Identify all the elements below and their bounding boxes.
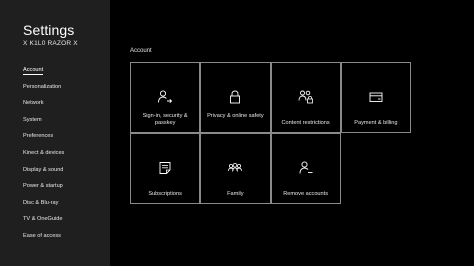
- sidebar-item-network[interactable]: Network: [19, 95, 105, 112]
- sidebar-item-account[interactable]: Account: [19, 62, 105, 79]
- sidebar-item-label: Disc & Blu-ray: [23, 199, 59, 206]
- tile-remove-accounts[interactable]: Remove accounts: [270, 133, 341, 204]
- gamertag: X K1L0 RAZOR X: [23, 40, 78, 47]
- tile-label: Privacy & online safety: [207, 113, 264, 119]
- sidebar-item-label: Account: [23, 67, 44, 75]
- sidebar-item-label: Network: [23, 100, 44, 107]
- sidebar-item-label: Kinect & devices: [23, 149, 65, 156]
- account-settings-grid: Sign-in, security & passkey Privacy & on…: [130, 62, 411, 204]
- section-heading: Account: [130, 48, 152, 54]
- sidebar-item-system[interactable]: System: [19, 112, 105, 129]
- sidebar-item-ease-of-access[interactable]: Ease of access: [19, 228, 105, 245]
- tile-payment-billing[interactable]: Payment & billing: [340, 62, 411, 133]
- sidebar-item-kinect-devices[interactable]: Kinect & devices: [19, 145, 105, 162]
- sidebar-item-power-startup[interactable]: Power & startup: [19, 178, 105, 195]
- tile-label: Sign-in, security & passkey: [142, 113, 188, 126]
- sidebar-item-label: Display & sound: [23, 166, 64, 173]
- tile-label: Subscriptions: [148, 191, 182, 197]
- document-edit-icon: [159, 162, 171, 174]
- sidebar-item-display-sound[interactable]: Display & sound: [19, 162, 105, 179]
- sidebar-item-disc-bluray[interactable]: Disc & Blu-ray: [19, 195, 105, 212]
- family-lock-icon: [298, 90, 313, 104]
- people-icon: [228, 162, 243, 172]
- page-title: Settings: [23, 22, 75, 38]
- sidebar-item-label: TV & OneGuide: [23, 216, 63, 223]
- credit-card-icon: [369, 92, 383, 102]
- lock-icon: [230, 90, 241, 104]
- tile-label: Content restrictions: [281, 120, 330, 126]
- sidebar-item-label: Power & startup: [23, 183, 63, 190]
- sidebar-item-personalization[interactable]: Personalization: [19, 79, 105, 96]
- sidebar-item-label: System: [23, 116, 42, 123]
- person-sign-in-icon: [158, 90, 173, 104]
- tile-privacy-online-safety[interactable]: Privacy & online safety: [200, 62, 271, 133]
- sidebar-item-label: Personalization: [23, 83, 62, 90]
- settings-nav: Account Personalization Network System P…: [19, 62, 105, 245]
- tile-label: Payment & billing: [354, 120, 398, 126]
- sidebar-item-label: Ease of access: [23, 232, 61, 239]
- sidebar-item-label: Preferences: [23, 133, 54, 140]
- tile-content-restrictions[interactable]: Content restrictions: [270, 62, 341, 133]
- tile-sign-in-security[interactable]: Sign-in, security & passkey: [130, 62, 201, 133]
- sidebar-item-tv-oneguide[interactable]: TV & OneGuide: [19, 211, 105, 228]
- tile-subscriptions[interactable]: Subscriptions: [130, 133, 201, 204]
- tile-label: Family: [227, 191, 244, 197]
- tile-family[interactable]: Family: [200, 133, 271, 204]
- tile-label: Remove accounts: [283, 191, 329, 197]
- sidebar-item-preferences[interactable]: Preferences: [19, 128, 105, 145]
- sidebar: Settings X K1L0 RAZOR X Account Personal…: [0, 0, 110, 266]
- person-remove-icon: [299, 161, 313, 174]
